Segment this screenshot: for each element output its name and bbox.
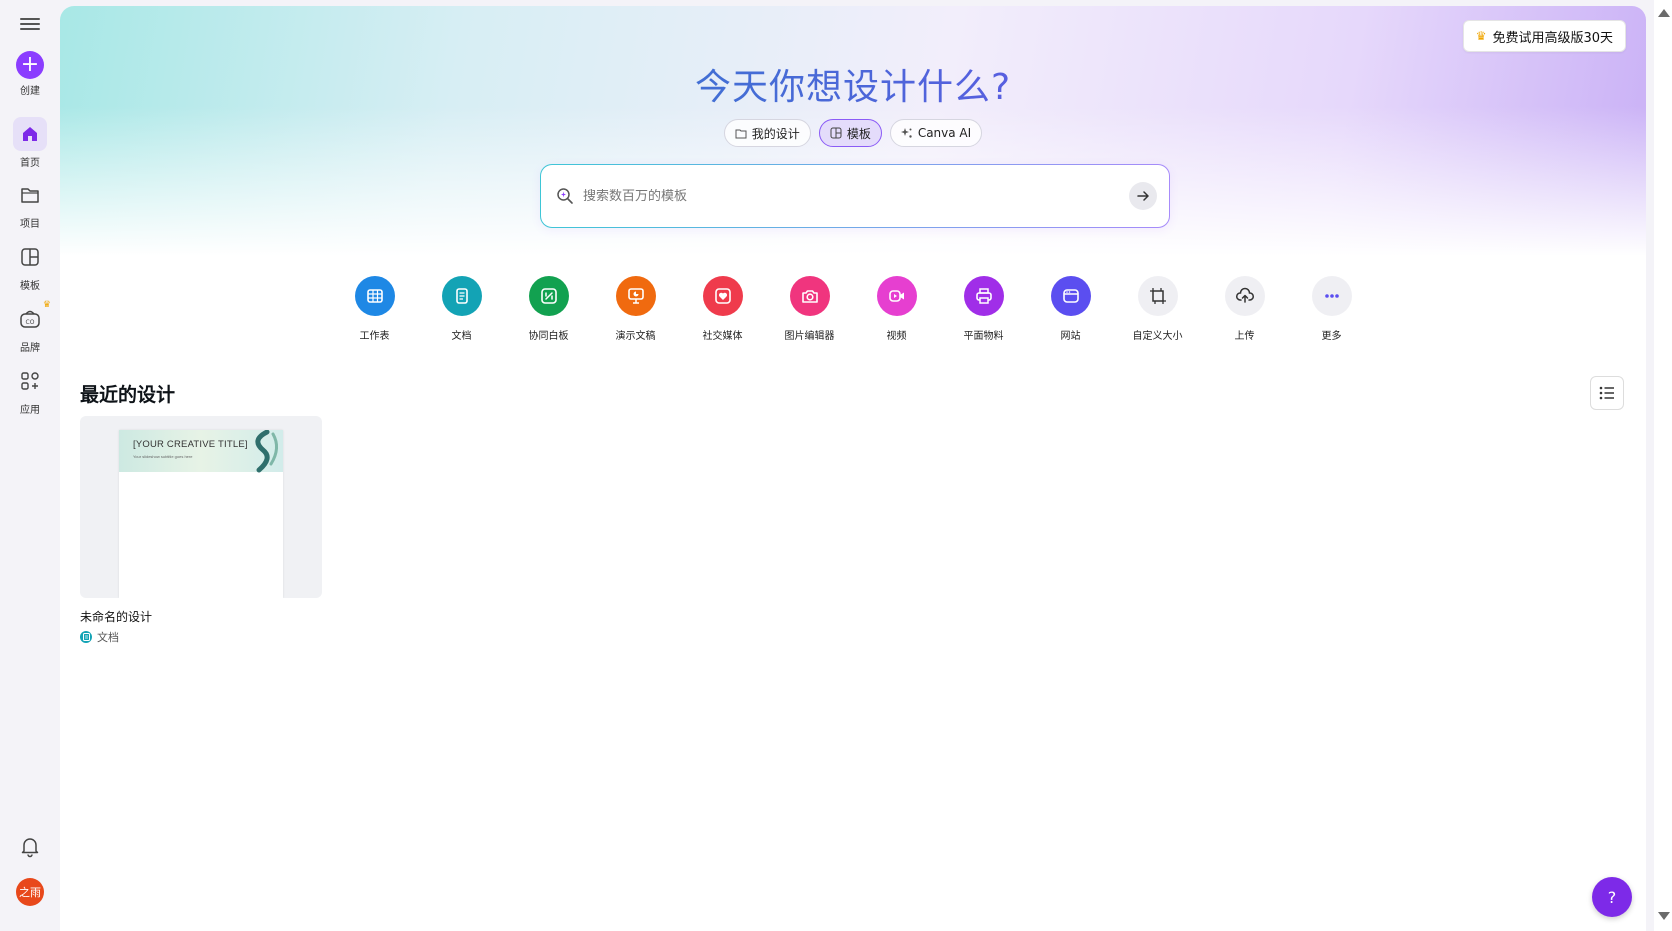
category-label: 演示文稿 xyxy=(615,331,656,342)
category-website[interactable]: 网站 xyxy=(1027,276,1114,342)
tab-label: 模板 xyxy=(846,126,871,141)
scroll-down-arrow[interactable] xyxy=(1658,912,1670,920)
sidebar-item-brand[interactable]: CO ♛ 品牌 xyxy=(0,300,60,354)
sidebar-item-label: 项目 xyxy=(20,219,40,230)
svg-text:CO: CO xyxy=(26,319,35,326)
tab-canva-ai[interactable]: Canva AI xyxy=(889,119,983,147)
category-label: 图片编辑器 xyxy=(784,331,835,342)
sidebar-item-home[interactable]: 首页 xyxy=(0,117,60,169)
upload-icon xyxy=(1224,276,1265,316)
crown-icon: ♛ xyxy=(1475,29,1487,43)
bell-icon[interactable] xyxy=(18,834,42,858)
category-sheet[interactable]: 工作表 xyxy=(331,276,418,342)
sidebar-item-apps[interactable]: 应用 xyxy=(0,364,60,416)
menu-icon[interactable] xyxy=(18,14,42,34)
list-view-button[interactable] xyxy=(1590,376,1624,410)
tab-my-designs[interactable]: 我的设计 xyxy=(723,119,811,147)
presentation-icon xyxy=(615,276,656,316)
category-label: 平面物料 xyxy=(963,331,1004,342)
brand-icon: CO ♛ xyxy=(13,300,51,336)
sidebar-item-label: 应用 xyxy=(20,405,40,416)
camera-icon xyxy=(789,276,830,316)
doc-icon xyxy=(80,631,92,643)
design-type-label: 文档 xyxy=(97,631,119,644)
thumbnail-subtitle: Your slideshow subtitle goes here xyxy=(133,454,193,459)
category-label: 自定义大小 xyxy=(1132,331,1183,342)
plus-icon: + xyxy=(16,51,44,79)
design-name: 未命名的设计 xyxy=(80,610,153,624)
video-icon xyxy=(876,276,917,316)
thumbnail-title: [YOUR CREATIVE TITLE] xyxy=(133,439,248,450)
recent-designs-title: 最近的设计 xyxy=(80,384,176,406)
search-bar xyxy=(540,164,1170,228)
design-categories: 工作表 文档 协同白板 演示文稿 社交媒体 图片编辑器 视频 平面物料 网站 自… xyxy=(60,276,1646,342)
category-label: 文档 xyxy=(451,331,472,342)
search-input[interactable] xyxy=(583,188,1129,204)
category-label: 社交媒体 xyxy=(702,331,743,342)
sidebar-item-label: 首页 xyxy=(20,158,40,169)
trial-label: 免费试用高级版30天 xyxy=(1492,30,1613,46)
print-icon xyxy=(963,276,1004,316)
heart-icon xyxy=(702,276,743,316)
page-title: 今天你想设计什么? xyxy=(60,58,1646,110)
sidebar: + 创建 首页 项目 模板 CO ♛ 品牌 应用 之雨 xyxy=(0,0,60,931)
home-icon xyxy=(13,117,47,151)
scroll-up-arrow[interactable] xyxy=(1658,9,1670,17)
more-icon xyxy=(1311,276,1352,316)
sidebar-item-templates[interactable]: 模板 xyxy=(0,240,60,292)
sidebar-item-projects[interactable]: 项目 xyxy=(0,178,60,230)
search-submit-button[interactable] xyxy=(1129,182,1157,210)
list-icon xyxy=(1599,386,1614,400)
website-icon xyxy=(1050,276,1091,316)
category-more[interactable]: 更多 xyxy=(1288,276,1375,342)
design-thumbnail[interactable]: [YOUR CREATIVE TITLE] Your slideshow sub… xyxy=(80,416,322,598)
category-social-media[interactable]: 社交媒体 xyxy=(679,276,766,342)
arrow-right-icon xyxy=(1137,191,1149,201)
category-custom-size[interactable]: 自定义大小 xyxy=(1114,276,1201,342)
category-presentation[interactable]: 演示文稿 xyxy=(592,276,679,342)
category-upload[interactable]: 上传 xyxy=(1201,276,1288,342)
category-label: 视频 xyxy=(886,331,907,342)
doc-icon xyxy=(441,276,482,316)
trial-button[interactable]: ♛ 免费试用高级版30天 xyxy=(1462,20,1626,52)
scrollbar[interactable] xyxy=(1654,0,1672,931)
category-label: 更多 xyxy=(1321,331,1342,342)
design-type: 文档 xyxy=(80,629,322,645)
design-card[interactable]: [YOUR CREATIVE TITLE] Your slideshow sub… xyxy=(80,416,322,645)
category-photo-editor[interactable]: 图片编辑器 xyxy=(766,276,853,342)
folder-icon xyxy=(735,129,747,138)
search-tabs: 我的设计 模板 Canva AI xyxy=(60,119,1646,147)
help-button[interactable]: ? xyxy=(1592,877,1632,917)
thumbnail-page: [YOUR CREATIVE TITLE] Your slideshow sub… xyxy=(119,430,283,598)
whiteboard-icon xyxy=(528,276,569,316)
category-video[interactable]: 视频 xyxy=(853,276,940,342)
sidebar-item-create[interactable]: + 创建 xyxy=(0,51,60,97)
template-icon xyxy=(830,127,842,139)
category-whiteboard[interactable]: 协同白板 xyxy=(505,276,592,342)
tab-label: 我的设计 xyxy=(751,126,800,141)
main-panel: ♛ 免费试用高级版30天 今天你想设计什么? 我的设计 模板 Canva AI … xyxy=(60,6,1646,931)
tab-templates[interactable]: 模板 xyxy=(818,119,882,147)
folder-icon xyxy=(13,178,47,212)
category-label: 上传 xyxy=(1234,331,1255,342)
search-icon xyxy=(557,188,573,204)
category-print[interactable]: 平面物料 xyxy=(940,276,1027,342)
sparkle-icon xyxy=(900,128,912,138)
template-icon xyxy=(13,240,47,274)
category-label: 协同白板 xyxy=(528,331,569,342)
decorative-swirl xyxy=(255,430,278,473)
sidebar-item-label: 品牌 xyxy=(20,343,40,354)
sidebar-item-label: 模板 xyxy=(20,281,40,292)
category-label: 工作表 xyxy=(359,331,390,342)
apps-icon xyxy=(13,364,47,398)
category-label: 网站 xyxy=(1060,331,1081,342)
sheet-icon xyxy=(354,276,395,316)
category-doc[interactable]: 文档 xyxy=(418,276,505,342)
avatar[interactable]: 之雨 xyxy=(16,878,44,906)
resize-icon xyxy=(1137,276,1178,316)
sidebar-item-label: 创建 xyxy=(20,86,40,97)
tab-label: Canva AI xyxy=(917,126,972,140)
